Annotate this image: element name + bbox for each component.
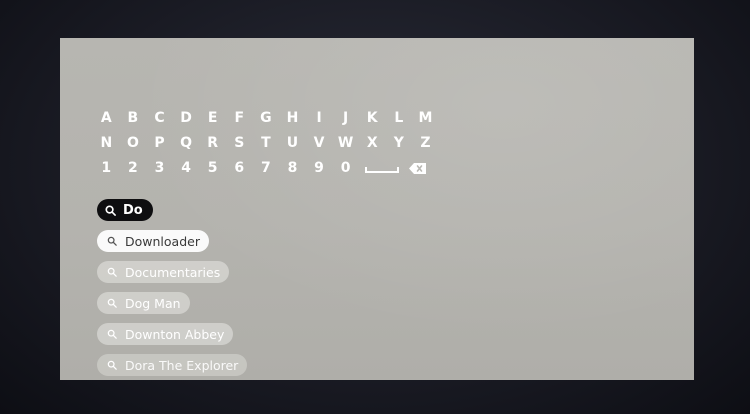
key-x[interactable]: X <box>359 131 386 156</box>
onscreen-keyboard: ABCDEFGHIJKLM NOPQRSTUVWXYZ 1234567890 <box>93 106 439 181</box>
key-t[interactable]: T <box>253 131 280 156</box>
key-3[interactable]: 3 <box>146 156 173 181</box>
suggestion-label: Downloader <box>125 233 200 249</box>
key-m[interactable]: M <box>412 106 439 131</box>
key-g[interactable]: G <box>253 106 280 131</box>
suggestion-list: Downloader Documentaries Dog Man Downton Ab… <box>97 230 248 380</box>
key-2[interactable]: 2 <box>120 156 147 181</box>
space-icon <box>364 167 399 173</box>
search-icon <box>107 236 117 246</box>
suggestion-label: Dora The Explorer <box>125 357 239 373</box>
search-query-text: Do <box>123 202 143 218</box>
backspace-key[interactable] <box>403 156 433 181</box>
key-j[interactable]: J <box>332 106 359 131</box>
suggestion-label: Dog Man <box>125 295 181 311</box>
key-1[interactable]: 1 <box>93 156 120 181</box>
key-z[interactable]: Z <box>412 131 439 156</box>
search-screen: ABCDEFGHIJKLM NOPQRSTUVWXYZ 1234567890 D… <box>60 38 694 380</box>
key-k[interactable]: K <box>359 106 386 131</box>
key-l[interactable]: L <box>386 106 413 131</box>
suggestion-documentaries[interactable]: Documentaries <box>97 261 230 283</box>
suggestion-downloader[interactable]: Downloader <box>97 230 209 252</box>
key-5[interactable]: 5 <box>199 156 226 181</box>
suggestion-label: Documentaries <box>125 264 221 280</box>
key-r[interactable]: R <box>199 131 226 156</box>
key-i[interactable]: I <box>306 106 333 131</box>
key-n[interactable]: N <box>93 131 120 156</box>
key-b[interactable]: B <box>120 106 147 131</box>
space-key[interactable] <box>359 156 403 181</box>
keyboard-row-2: NOPQRSTUVWXYZ <box>93 131 439 156</box>
key-s[interactable]: S <box>226 131 253 156</box>
search-icon <box>107 267 117 277</box>
key-6[interactable]: 6 <box>226 156 253 181</box>
search-icon <box>107 329 117 339</box>
key-0[interactable]: 0 <box>332 156 359 181</box>
search-icon <box>107 298 117 308</box>
backspace-icon <box>408 163 426 174</box>
key-o[interactable]: O <box>120 131 147 156</box>
keyboard-row-1: ABCDEFGHIJKLM <box>93 106 439 131</box>
key-a[interactable]: A <box>93 106 120 131</box>
key-u[interactable]: U <box>279 131 306 156</box>
suggestion-dora-the-explorer[interactable]: Dora The Explorer <box>97 354 248 376</box>
search-icon <box>107 360 117 370</box>
key-9[interactable]: 9 <box>306 156 333 181</box>
key-d[interactable]: D <box>173 106 200 131</box>
suggestion-label: Downton Abbey <box>125 326 225 342</box>
key-e[interactable]: E <box>199 106 226 131</box>
keyboard-row-3: 1234567890 <box>93 156 439 181</box>
suggestion-downton-abbey[interactable]: Downton Abbey <box>97 323 234 345</box>
key-v[interactable]: V <box>306 131 333 156</box>
suggestion-dog-man[interactable]: Dog Man <box>97 292 190 314</box>
key-f[interactable]: F <box>226 106 253 131</box>
key-y[interactable]: Y <box>386 131 413 156</box>
key-q[interactable]: Q <box>173 131 200 156</box>
key-7[interactable]: 7 <box>253 156 280 181</box>
key-w[interactable]: W <box>332 131 359 156</box>
key-4[interactable]: 4 <box>173 156 200 181</box>
search-query-field[interactable]: Do <box>97 199 153 221</box>
search-icon <box>105 204 116 216</box>
key-p[interactable]: P <box>146 131 173 156</box>
key-c[interactable]: C <box>146 106 173 131</box>
key-h[interactable]: H <box>279 106 306 131</box>
key-8[interactable]: 8 <box>279 156 306 181</box>
